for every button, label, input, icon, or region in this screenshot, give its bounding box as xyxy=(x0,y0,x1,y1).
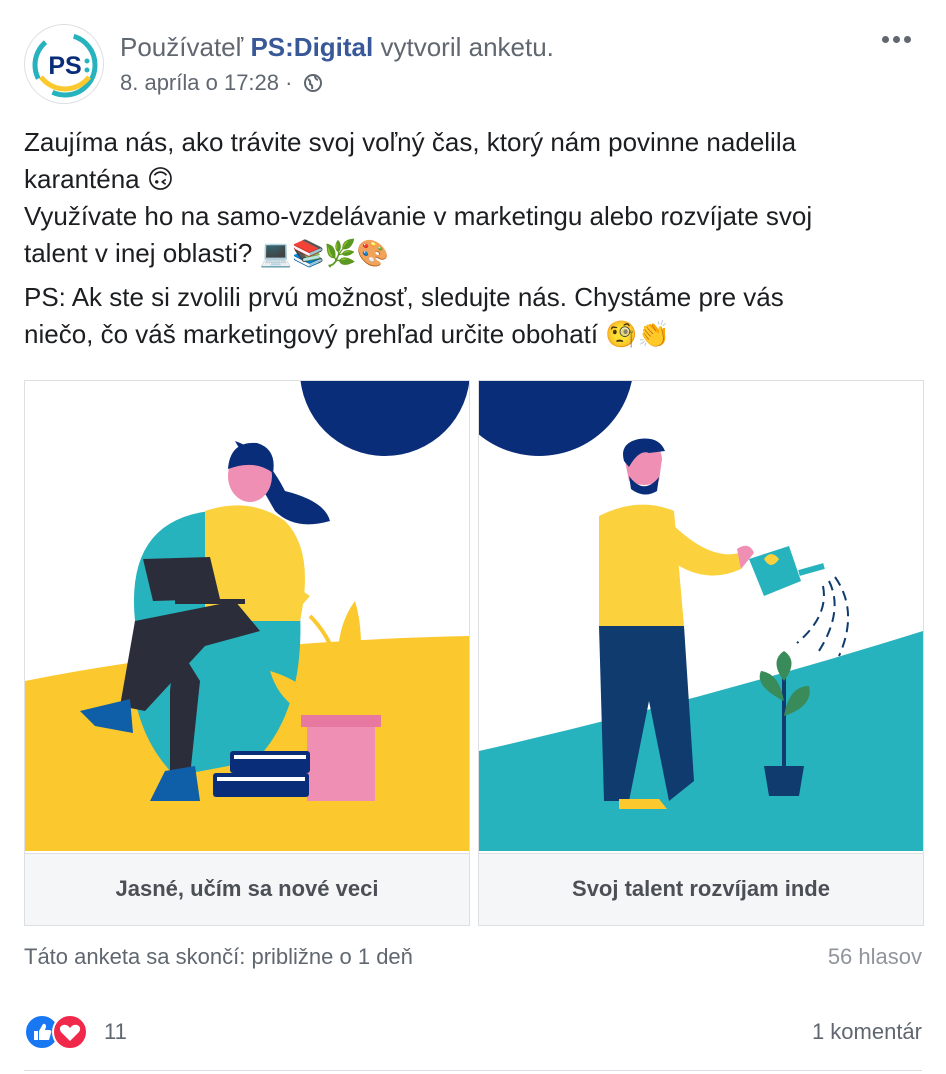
more-options-icon[interactable] xyxy=(882,30,922,54)
globe-icon[interactable] xyxy=(303,73,323,99)
post-timestamp[interactable]: 8. apríla o 17:28 xyxy=(120,70,279,95)
reaction-icons[interactable] xyxy=(24,1014,100,1050)
reaction-count[interactable]: 11 xyxy=(104,1019,127,1045)
poll-footer: Táto anketa sa skončí: približne o 1 deň… xyxy=(24,944,922,974)
divider xyxy=(24,1070,922,1071)
post-paragraph-1: Zaujíma nás, ako trávite svoj voľný čas,… xyxy=(24,124,924,272)
headline-action: vytvoril anketu. xyxy=(380,32,554,62)
post-text-line: PS: Ak ste si zvolili prvú možnosť, sled… xyxy=(24,282,784,312)
post-text-line: niečo, čo váš marketingový prehľad určit… xyxy=(24,319,671,349)
post-text-line: Využívate ho na samo-vzdelávanie v marke… xyxy=(24,201,813,231)
post-body: Zaujíma nás, ako trávite svoj voľný čas,… xyxy=(24,124,924,360)
poll-ends-text: Táto anketa sa skončí: približne o 1 deň xyxy=(24,944,413,969)
poll-option-image-learning xyxy=(25,381,469,851)
post-header: PS Používateľ PS:Digital vytvoril anketu… xyxy=(24,24,922,104)
poll-option-talent[interactable]: Svoj talent rozvíjam inde xyxy=(478,380,924,926)
poll-option-image-talent xyxy=(479,381,923,851)
post-paragraph-2: PS: Ak ste si zvolili prvú možnosť, sled… xyxy=(24,279,924,353)
avatar-text: PS xyxy=(48,52,81,80)
poll-options: Jasné, učím sa nové veci Svoj talent roz… xyxy=(24,380,924,926)
poll-option-label[interactable]: Svoj talent rozvíjam inde xyxy=(479,853,923,925)
page-name-link[interactable]: PS:Digital xyxy=(250,32,373,62)
headline-prefix: Používateľ xyxy=(120,32,244,62)
post-text-line: karanténa 🙃 xyxy=(24,164,174,194)
poll-option-label[interactable]: Jasné, učím sa nové veci xyxy=(25,853,469,925)
post-text-line: Zaujíma nás, ako trávite svoj voľný čas,… xyxy=(24,127,797,157)
post-meta: 8. apríla o 17:28 · xyxy=(120,70,323,99)
poll-option-learning[interactable]: Jasné, učím sa nové veci xyxy=(24,380,470,926)
page-avatar[interactable]: PS xyxy=(24,24,104,104)
post-headline: Používateľ PS:Digital vytvoril anketu. xyxy=(120,32,554,63)
meta-separator: · xyxy=(285,70,293,95)
comments-count[interactable]: 1 komentár xyxy=(812,1019,922,1045)
reactions-bar: 11 1 komentár xyxy=(24,1014,922,1050)
post-text-line: talent v inej oblasti? 💻📚🌿🎨 xyxy=(24,238,390,268)
poll-votes[interactable]: 56 hlasov xyxy=(828,944,922,970)
